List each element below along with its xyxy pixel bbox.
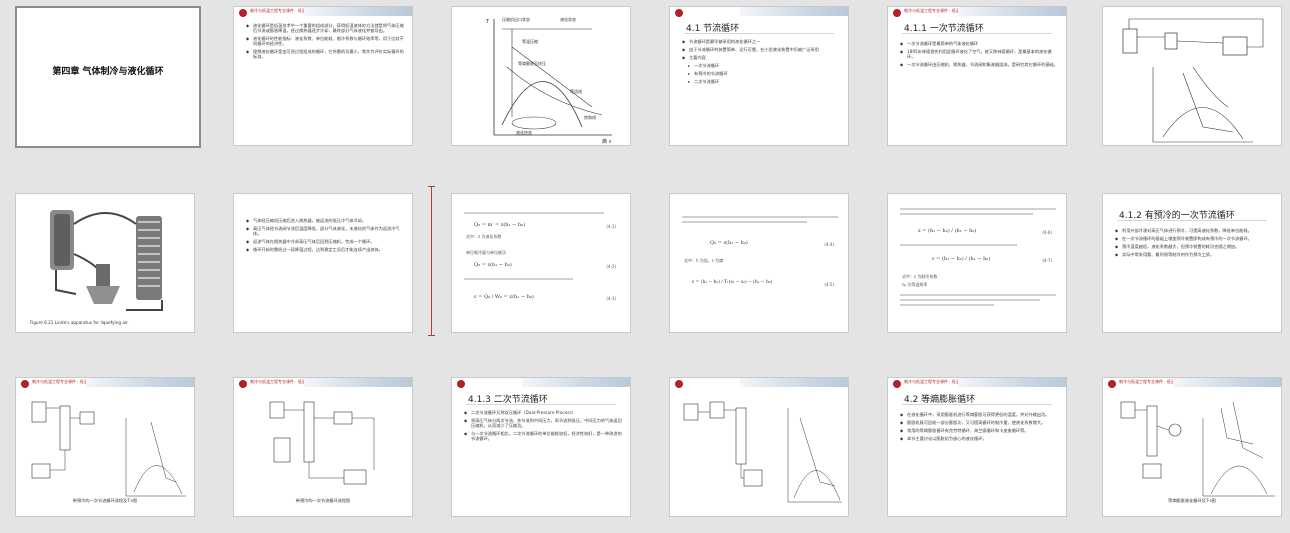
bullet-item: 液化循环是低温技术中一个重要的组成部分，获得低温液体的方法就是将气体压缩后节流或… [246, 23, 404, 33]
bullet-item: 返流气体在换热器中冷却高压气体后回到压缩机，完成一个循环。 [246, 239, 404, 244]
bullet-item: 常用的等熵膨胀循环有克劳特循环、海兰德循环和卡皮查循环等。 [900, 428, 1058, 433]
bullet-item: 循环开始时需经过一段降温过程，达到稳定工况后才能连续产出液体。 [246, 247, 404, 252]
bullet-item: 液化循环的性能指标：液化系数、单位能耗、制冷系数与循环效率等，用于比较不同循环的… [246, 36, 404, 46]
slide-thumbnail-18[interactable]: 制冷与低温工程专业课件 · 低温原理 等熵膨胀液化循环及T-s图 [1102, 377, 1282, 517]
university-logo-icon [457, 380, 465, 388]
slide-thumbnail-11[interactable]: z = (h₁ − h₂) / (h₁ − h₀) (4-6) ε = (h₁ … [887, 193, 1067, 333]
slide-insertion-marker [428, 186, 435, 336]
slide-thumbnail-6[interactable] [1102, 6, 1282, 146]
slide-thumbnail-3[interactable]: T 熵 s 压缩机出口状态 液化状态 等温压缩 等熵膨胀至终压 等焓线 饱和线 … [451, 6, 631, 146]
equation: Q₀ = m′ = z(h₁ − h₀) [474, 222, 526, 228]
slide-thumbnail-5[interactable]: 制冷与低温工程专业课件 · 低温原理 4.1.1 一次节流循环 一次节流循环是最… [887, 6, 1067, 146]
slide-thumbnail-17[interactable]: 制冷与低温工程专业课件 · 低温原理 4.2 等熵膨胀循环 在液化循环中，采用膨… [887, 377, 1067, 517]
bullet-item: 本节主要讨论以膨胀机为核心的液化循环。 [900, 436, 1058, 441]
slide-thumbnail-4[interactable]: 4.1 节流循环 节流循环是最早被采用的液化循环之一 由于节流循环的装置简单、运… [669, 6, 849, 146]
slide-thumbnail-12[interactable]: 4.1.2 有预冷的一次节流循环 利用外部冷源对高压气体进行预冷，可提高液化系数… [1102, 193, 1282, 333]
sub-bullet-item: 一次节流循环 [682, 63, 840, 68]
svg-text:T: T [485, 19, 490, 25]
slide-thumbnail-10[interactable]: Q₀ = z(h₁ − h₀) (4-4) 式中：h 为焓，s 为熵 ε = (… [669, 193, 849, 333]
equation: Q₀ = z(h₁ − h₀) [710, 240, 748, 246]
slide-thumbnail-9[interactable]: Q₀ = m′ = z(h₁ − h₀) (4-1) 式中：z 为液化系数 单位… [451, 193, 631, 333]
svg-text:等熵膨胀至终压: 等熵膨胀至终压 [518, 60, 546, 66]
precooled-cycle-flow-figure [269, 401, 375, 485]
bullet-item: 主要内容 [682, 55, 840, 60]
bullet-item: 将高压气体分两次节流，先节流到中间压力，再节流到低压，中间压力的气体返回压缩机，… [464, 418, 622, 428]
bullet-item: 理想液化循环是由可逆过程组成的循环，它所需的功最小，常作为评价实际循环的标准。 [246, 49, 404, 59]
bullet-item: 在液化循环中，采用膨胀机进行等熵膨胀可获得更低的温度，并对外输出功。 [900, 412, 1058, 417]
svg-text:液化终态: 液化终态 [516, 129, 532, 135]
sub-bullet-item: 二次节流循环 [682, 79, 840, 84]
svg-text:压缩机出口状态: 压缩机出口状态 [502, 16, 530, 22]
slide-thumbnail-2[interactable]: 制冷与低温工程专业课件 · 低温原理 液化循环是低温技术中一个重要的组成部分，获… [233, 6, 413, 146]
equation: Q₀ = z(h₁ − h₂) [474, 262, 512, 268]
equation: ε = Q₀ / W₀ = z(h₁ − h₀) [474, 294, 534, 300]
bullet-item: 膨胀机既可回收一部分膨胀功，又可提高循环的制冷量，使液化系数增大。 [900, 420, 1058, 425]
linde-apparatus-photo-figure: Figure 6.21 Linde's apparatus for liquef… [30, 210, 163, 325]
bullet-item: 1895年林德首先利用此循环液化了空气，故又称林德循环，是最基本的液化循环。 [900, 49, 1058, 59]
slide-thumbnail-7[interactable]: Figure 6.21 Linde's apparatus for liquef… [15, 193, 195, 333]
university-logo-icon [239, 9, 247, 17]
bullet-item: 气体经压缩机压缩后进入换热器，被返流的低压冷气体冷却。 [246, 218, 404, 223]
bullet-item: 预冷温度越低，液化系数越大，但预冷装置的耗功也随之增加。 [1115, 244, 1273, 249]
ts-diagram-figure: T 熵 s 压缩机出口状态 液化状态 等温压缩 等熵膨胀至终压 等焓线 饱和线 … [485, 16, 612, 145]
expansion-cycle-figure [1120, 401, 1275, 497]
equation: ε = (h₁ − h₂) / (h₁ − h₀) [932, 256, 991, 262]
slide-thumbnail-13[interactable]: 制冷与低温工程专业课件 · 低温原理 带预冷的一次节流循环流程及T-s图 [15, 377, 195, 517]
bullet-item: 利用外部冷源对高压气体进行预冷，可提高液化系数，降低单位能耗。 [1115, 228, 1273, 233]
figure-caption: 带预冷的一次节流循环流程及T-s图 [72, 498, 138, 503]
slide-thumbnail-1[interactable]: 第四章 气体制冷与液化循环 [15, 6, 201, 148]
bullet-item: 高压气体经节流阀节流后温度降低，部分气体液化，未液化的气体作为返流冷气体。 [246, 226, 404, 236]
slide-thumbnail-8[interactable]: 气体经压缩机压缩后进入换热器，被返流的低压冷气体冷却。 高压气体经节流阀节流后温… [233, 193, 413, 333]
bullet-item: 一次节流循环由压缩机、换热器、节流阀和集液器组成，是研究其它循环的基础。 [900, 62, 1058, 67]
slide-thumbnail-16[interactable] [669, 377, 849, 517]
bullet-item: 二次节流循环又称双压循环（Dual-Pressure Process） [464, 410, 622, 415]
university-logo-icon [893, 380, 901, 388]
slide-thumbnail-14[interactable]: 制冷与低温工程专业课件 · 低温原理 带预冷的一次节流循环流程图 [233, 377, 413, 517]
bullet-item: 与一次节流循环相比，二次节流循环的单位能耗较低，经济性较好，是一种改进的节流循环… [464, 431, 622, 441]
bullet-item: 在一次节流循环的基础上增加预冷装置即构成有预冷的一次节流循环。 [1115, 236, 1273, 241]
slide-thumbnail-15[interactable]: 4.1.3 二次节流循环 二次节流循环又称双压循环（Dual-Pressure … [451, 377, 631, 517]
figure-caption: 带预冷的一次节流循环流程图 [295, 498, 351, 503]
precooled-cycle-schematic-figure [31, 401, 186, 497]
equation: z = (h₁ − h₂) / (h₁ − h₀) [918, 228, 977, 234]
sub-bullet-item: 有预冷的节流循环 [682, 71, 840, 76]
figure-caption: 等熵膨胀液化循环及T-s图 [1168, 498, 1216, 503]
university-logo-icon [675, 9, 683, 17]
svg-text:熵 s: 熵 s [602, 138, 612, 145]
bullet-item: 实际中常采用氨、氟利昂等制冷剂作为预冷工质。 [1115, 252, 1273, 257]
svg-text:等焓线: 等焓线 [570, 88, 582, 94]
bullet-item: 一次节流循环是最简单的气体液化循环 [900, 41, 1058, 46]
svg-text:液化状态: 液化状态 [560, 16, 576, 22]
svg-text:饱和线: 饱和线 [584, 114, 596, 120]
bullet-item: 由于节流循环的装置简单、运行可靠，在小型液化装置中仍被广泛采用 [682, 47, 840, 52]
bullet-item: 节流循环是最早被采用的液化循环之一 [682, 39, 840, 44]
linde-cycle-schematic-figure [1122, 18, 1264, 143]
chapter-title: 第四章 气体制冷与液化循环 [52, 67, 164, 77]
university-logo-icon [893, 9, 901, 17]
figure-caption: Figure 6.21 Linde's apparatus for liquef… [30, 320, 129, 325]
equation: ε = (h₁ − h₂) / T₁(s₁ − s₂) − (h₁ − h₂) [692, 280, 773, 285]
svg-text:等温压缩: 等温压缩 [522, 38, 538, 44]
dual-pressure-cycle-figure [683, 401, 842, 503]
